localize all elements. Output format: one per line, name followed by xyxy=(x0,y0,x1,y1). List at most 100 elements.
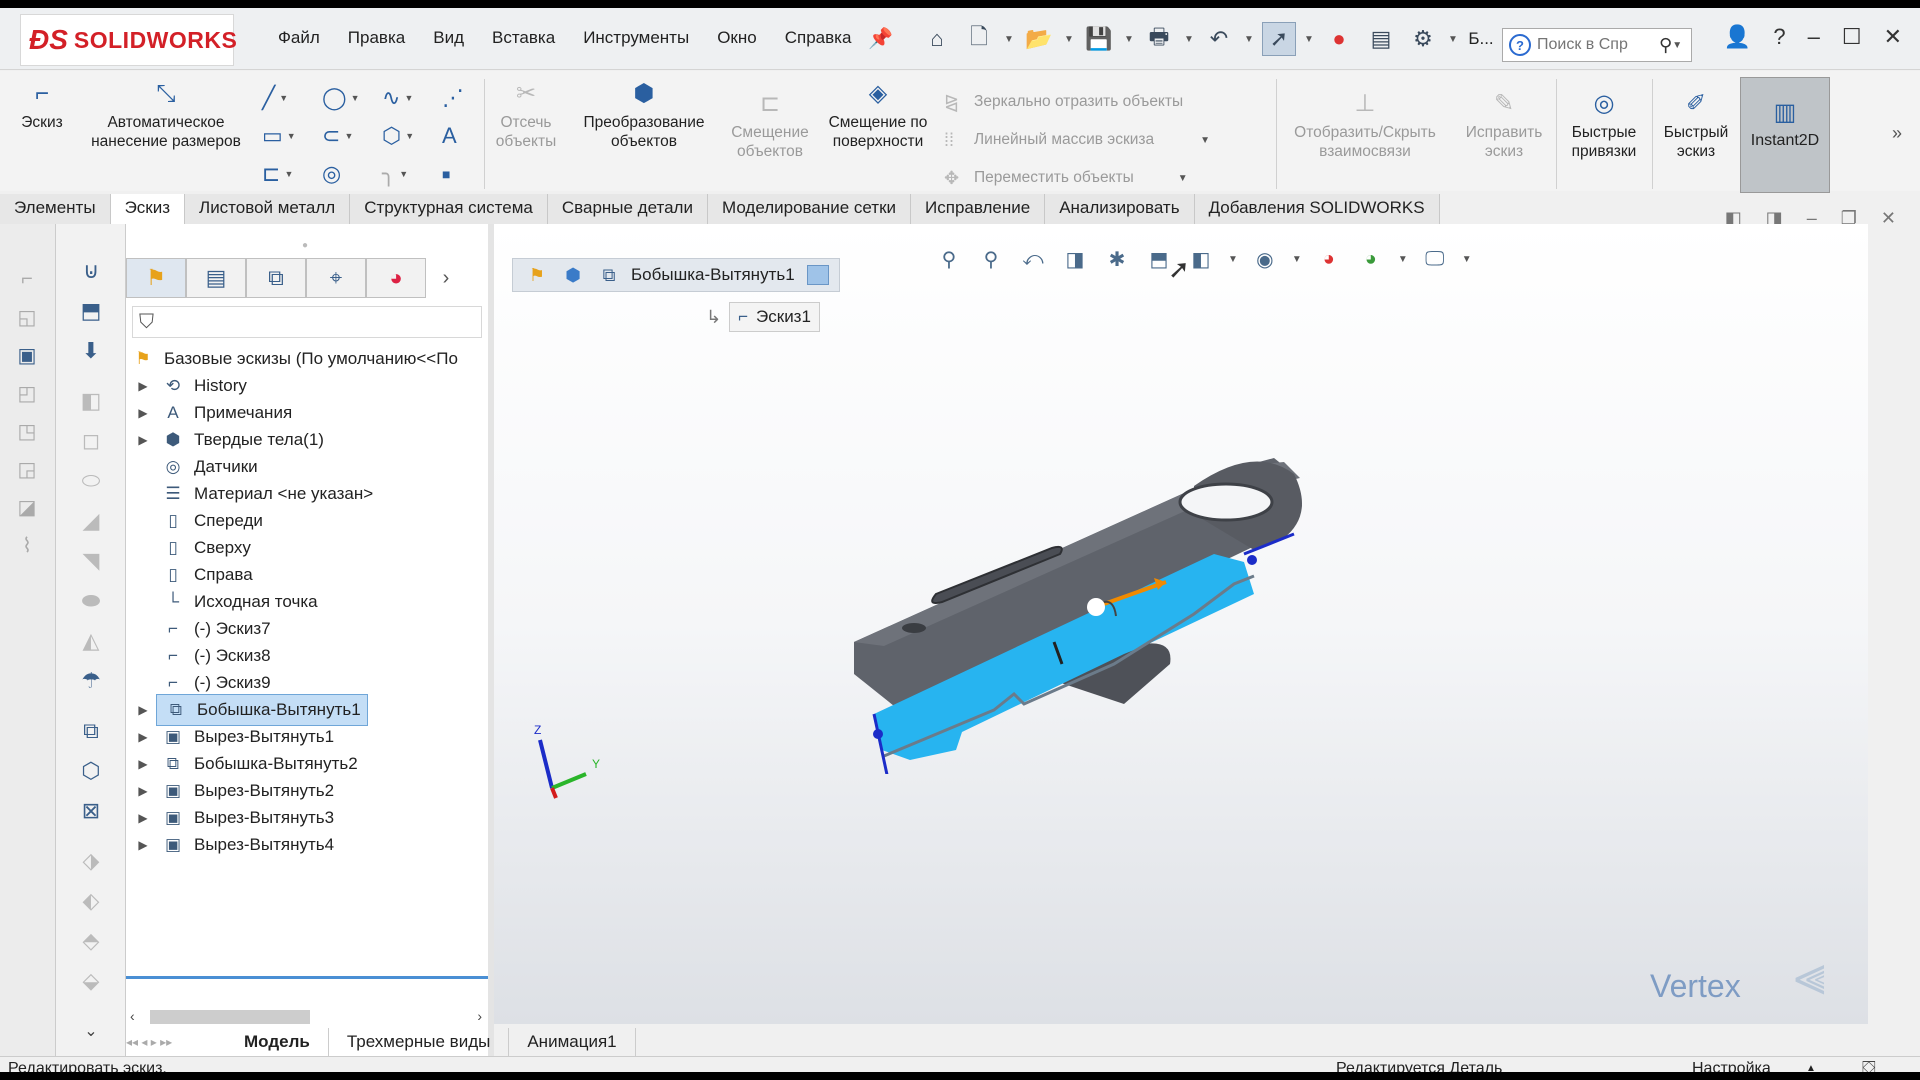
convert-entities-button[interactable]: ⬢ Преобразование объектов xyxy=(572,77,716,151)
dynamic-annotation-icon[interactable]: ✱ xyxy=(1102,244,1132,274)
offset-entities-button[interactable]: ⊏ Смещение объектов xyxy=(722,87,818,161)
tree-item-content[interactable]: ⌐ (-) Эскиз7 xyxy=(160,617,271,641)
tree-item-content[interactable]: ⟲ History xyxy=(160,374,247,398)
feature-tool-icon[interactable]: ◭ xyxy=(74,624,108,658)
tab-animation[interactable]: Анимация1 xyxy=(509,1028,636,1056)
help-icon[interactable]: ? xyxy=(1773,24,1785,50)
tab-evaluate[interactable]: Анализировать xyxy=(1045,194,1195,224)
status-units[interactable]: Настройка xyxy=(1692,1060,1771,1073)
sketch-tool-icon[interactable]: ◲ xyxy=(12,454,42,484)
menu-help[interactable]: Справка xyxy=(771,28,866,48)
feature-tool-icon[interactable]: ⊠ xyxy=(74,794,108,828)
tree-item-content[interactable]: ⬢ Твердые тела(1) xyxy=(160,428,324,452)
scroll-right-icon[interactable]: › xyxy=(477,1008,482,1024)
tree-item[interactable]: ⌐ (-) Эскиз7 xyxy=(136,614,498,644)
part-icon[interactable]: ⚑ xyxy=(523,265,551,286)
mirror-entities-button[interactable]: ⧎ Зеркально отразить объекты xyxy=(944,83,1210,121)
panel-grip-icon[interactable]: ● xyxy=(302,240,308,251)
breadcrumb-feature[interactable]: Бобышка-Вытянуть1 xyxy=(631,265,795,285)
property-manager-tab-icon[interactable]: ▤ xyxy=(186,258,246,298)
user-initial[interactable]: Б... xyxy=(1466,22,1496,56)
pin-menu-icon[interactable]: 📌 xyxy=(868,26,893,51)
boss-extrude-icon[interactable]: ⧉ xyxy=(595,265,623,286)
expand-arrow-icon[interactable]: ▶ xyxy=(136,784,150,798)
tree-item[interactable]: ▯ Сверху xyxy=(136,533,498,563)
repair-sketch-button[interactable]: ✎ Исправить эскиз xyxy=(1456,87,1552,161)
zoom-to-fit-icon[interactable]: ⚲ xyxy=(934,244,964,274)
linear-pattern-button[interactable]: ⁞⁞ Линейный массив эскиза ▼ xyxy=(944,121,1210,159)
chevron-right-icon[interactable]: › xyxy=(426,258,466,298)
part-small-hole[interactable] xyxy=(902,623,926,633)
chevron-down-icon[interactable]: ▼ xyxy=(1448,34,1458,45)
feature-tool-icon[interactable]: ⧉ xyxy=(74,714,108,748)
feature-tree-tab-icon[interactable]: ⚑ xyxy=(126,258,186,298)
display-manager-tab-icon[interactable]: ◕ xyxy=(366,258,426,298)
tab-repair[interactable]: Исправление xyxy=(911,194,1046,224)
expand-arrow-icon[interactable]: ▶ xyxy=(136,730,150,744)
expand-arrow-icon[interactable]: ▶ xyxy=(136,703,150,717)
chevron-down-icon[interactable]: ▼ xyxy=(1462,254,1472,265)
tree-item-content[interactable]: ⧉ Бобышка-Вытянуть2 xyxy=(160,752,358,776)
feature-tool-icon[interactable]: ⬘ xyxy=(74,924,108,958)
tree-item-content[interactable]: A Примечания xyxy=(160,401,292,425)
trim-button[interactable]: ✂ Отсечь объекты xyxy=(486,77,566,151)
feature-tool-icon[interactable]: ⬡ xyxy=(74,754,108,788)
display-style-icon[interactable]: ◧ xyxy=(1186,244,1216,274)
section-view-icon[interactable]: ◨ xyxy=(1060,244,1090,274)
tree-item[interactable]: ▯ Спереди xyxy=(136,506,498,536)
home-icon[interactable]: ⌂ xyxy=(920,22,954,56)
chevron-down-icon[interactable]: ▼ xyxy=(1672,40,1682,51)
feature-tool-icon[interactable]: ◧ xyxy=(74,384,108,418)
feature-tool-icon[interactable]: ⬬ xyxy=(74,584,108,618)
offset-on-surface-button[interactable]: ◈ Смещение по поверхности xyxy=(822,77,934,151)
rollback-bar[interactable] xyxy=(126,976,488,979)
feature-tool-icon[interactable]: ◥ xyxy=(74,544,108,578)
sketch-tool-icon[interactable]: ◳ xyxy=(12,416,42,446)
feature-tool-icon[interactable]: ◢ xyxy=(74,504,108,538)
sketch-button[interactable]: ⌐ Эскиз xyxy=(14,77,70,132)
tab-weldments[interactable]: Сварные детали xyxy=(548,194,708,224)
quick-snaps-button[interactable]: ◎ Быстрые привязки xyxy=(1560,87,1648,161)
sketch-tool-icon[interactable]: ⌇ xyxy=(12,530,42,560)
menu-view[interactable]: Вид xyxy=(419,28,478,48)
feature-tool-icon[interactable]: ◻ xyxy=(74,424,108,458)
show-relations-button[interactable]: ⊥ Отобразить/Скрыть взаимосвязи xyxy=(1280,87,1450,161)
expand-arrow-icon[interactable]: ▶ xyxy=(136,838,150,852)
search-icon[interactable]: ⚲ xyxy=(1659,35,1672,56)
close-icon[interactable]: ✕ xyxy=(1884,24,1902,50)
breadcrumb-sketch[interactable]: ⌐ Эскиз1 xyxy=(729,302,820,332)
feature-tool-icon[interactable]: ⬒ xyxy=(74,294,108,328)
polygon-icon[interactable]: ⬡ ▼ xyxy=(382,117,442,155)
tree-item-content[interactable]: ▣ Вырез-Вытянуть3 xyxy=(160,806,334,830)
sketch-point[interactable] xyxy=(873,729,883,739)
point-icon[interactable]: ◎ xyxy=(322,155,382,193)
sketch-tool-icon[interactable]: ⌐ xyxy=(12,264,42,294)
tree-item[interactable]: ▶ ▣ Вырез-Вытянуть4 xyxy=(136,830,498,860)
chevron-down-icon[interactable]: ▼ xyxy=(1244,34,1254,45)
filter-icon[interactable]: ⛉ xyxy=(139,311,154,334)
tree-item-content[interactable]: ◎ Датчики xyxy=(160,455,258,479)
minimize-icon[interactable]: – xyxy=(1808,24,1820,50)
tree-item[interactable]: ▶ ⧉ Бобышка-Вытянуть1 xyxy=(136,694,498,726)
tree-root[interactable]: ⚑ Базовые эскизы (По умолчанию<<По xyxy=(130,344,492,374)
ribbon-expand-icon[interactable]: » xyxy=(1892,123,1902,144)
tree-filter[interactable]: ⛉ xyxy=(132,306,482,338)
search-box[interactable]: ? ⚲ ▼ xyxy=(1502,28,1692,62)
move-entities-button[interactable]: ✥ Переместить объекты ▼ xyxy=(944,159,1210,197)
dimxpert-tab-icon[interactable]: ⌖ xyxy=(306,258,366,298)
tree-item-content[interactable]: ▣ Вырез-Вытянуть2 xyxy=(160,779,334,803)
tree-item[interactable]: ▶ ▣ Вырез-Вытянуть2 xyxy=(136,776,498,806)
chevron-down-icon[interactable]: ▼ xyxy=(1292,254,1302,265)
menu-file[interactable]: Файл xyxy=(264,28,334,48)
tree-item-content[interactable]: ▯ Справа xyxy=(160,563,252,587)
edit-appearance-icon[interactable]: ◕ xyxy=(1314,244,1344,274)
part-3d-model[interactable] xyxy=(814,414,1454,774)
tab-3d-views[interactable]: Трехмерные виды xyxy=(329,1028,510,1056)
chevron-up-icon[interactable]: ▲ xyxy=(1806,1063,1816,1072)
horizontal-scrollbar[interactable]: ‹ › xyxy=(126,1006,488,1026)
chevron-down-icon[interactable]: ▼ xyxy=(1124,34,1134,45)
sketch-plane-icon[interactable] xyxy=(806,265,829,285)
feature-tool-icon[interactable]: ⊍ xyxy=(74,254,108,288)
configuration-manager-tab-icon[interactable]: ⧉ xyxy=(246,258,306,298)
rebuild-icon[interactable]: ● xyxy=(1322,22,1356,56)
